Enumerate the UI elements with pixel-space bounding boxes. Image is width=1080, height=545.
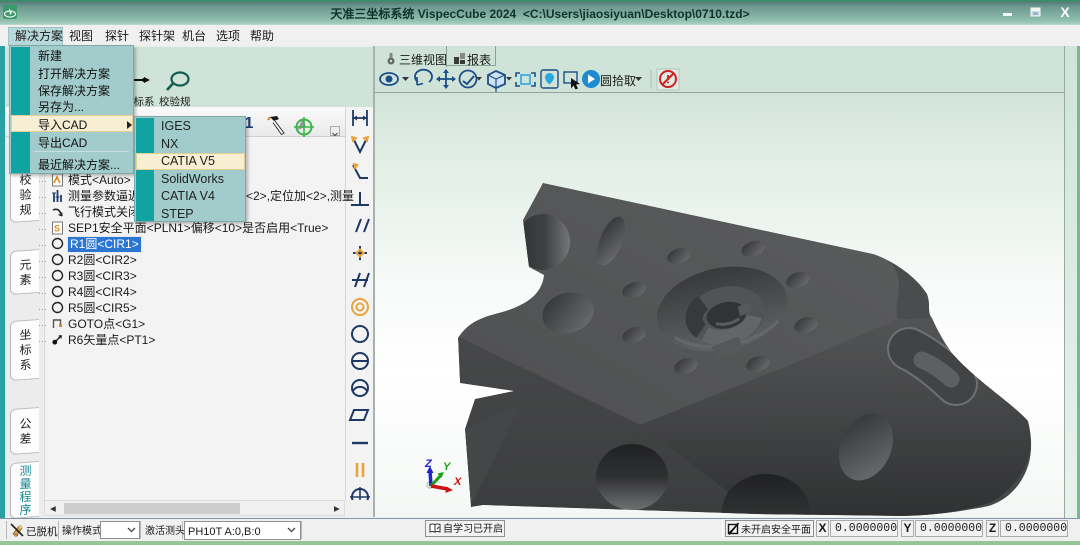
svg-text:Y: Y — [443, 461, 452, 473]
svg-text:X: X — [453, 476, 462, 488]
svg-text:Z: Z — [424, 458, 433, 470]
svg-text:S: S — [54, 223, 60, 233]
